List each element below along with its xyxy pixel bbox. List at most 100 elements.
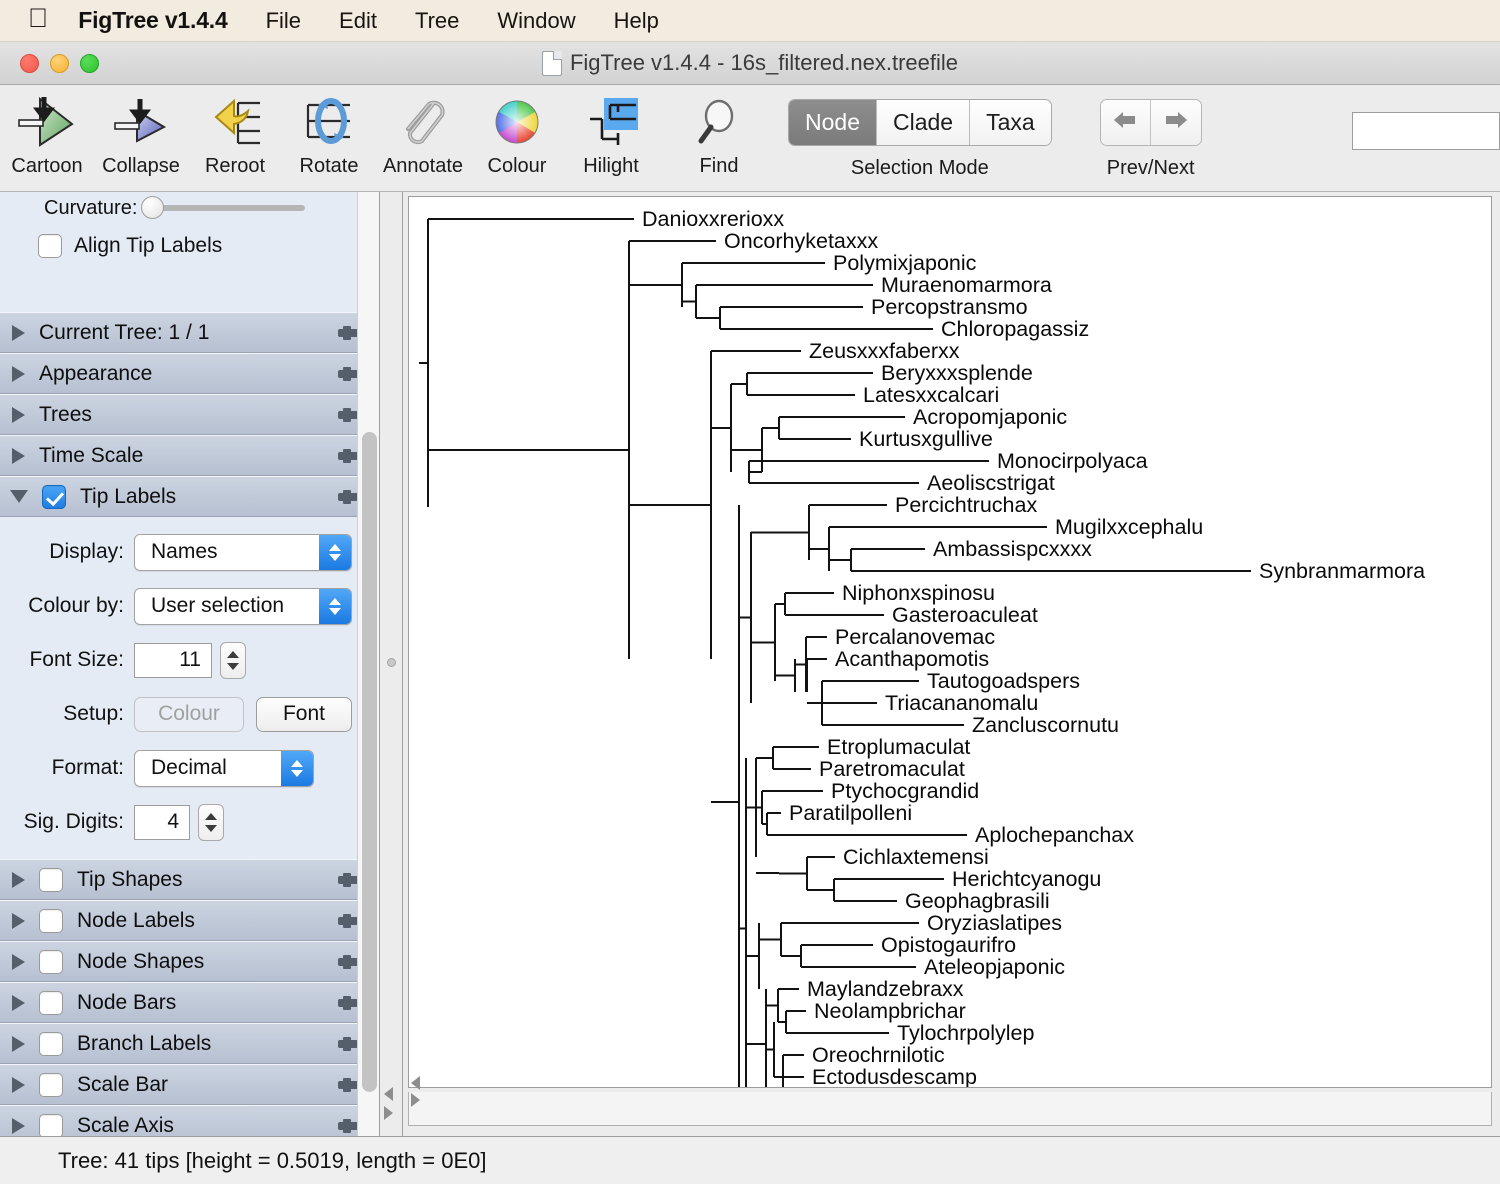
chevron-right-icon[interactable] (12, 994, 25, 1011)
toolbar-find-button[interactable]: Find (672, 85, 766, 185)
next-button[interactable] (1150, 100, 1201, 145)
tip-labels-panel: Display: Names Colour by: User selection (0, 517, 379, 859)
sig-digits-stepper[interactable] (198, 803, 224, 841)
curvature-slider-knob[interactable] (141, 196, 165, 219)
menu-file[interactable]: File (266, 8, 301, 34)
toolbar-hilight-button[interactable]: Hilight (564, 85, 658, 185)
arrow-left-icon[interactable] (411, 1076, 420, 1090)
sidebar-section-scale-bar[interactable]: Scale Bar (0, 1064, 379, 1105)
prev-next-segmented-control[interactable] (1099, 99, 1202, 146)
menu-edit[interactable]: Edit (339, 8, 377, 34)
selection-mode-clade[interactable]: Clade (876, 100, 971, 145)
chevron-right-icon[interactable] (12, 1076, 25, 1093)
arrow-right-icon[interactable] (411, 1093, 420, 1107)
chevron-right-icon[interactable] (12, 1117, 25, 1134)
toolbar-reroot-button[interactable]: Reroot (188, 85, 282, 185)
divider-collapse-arrows[interactable] (384, 1087, 393, 1120)
tip-labels-checkbox[interactable] (42, 484, 66, 509)
scale-axis-checkbox[interactable] (39, 1113, 63, 1136)
selection-mode-segmented-control[interactable]: Node Clade Taxa (788, 99, 1052, 146)
toolbar-cartoon-button[interactable]: Cartoon (0, 85, 94, 185)
sidebar-section-time-scale[interactable]: Time Scale (0, 435, 379, 476)
chevron-right-icon[interactable] (12, 912, 25, 929)
svg-text:Synbranmarmora: Synbranmarmora (1259, 559, 1425, 583)
arrow-right-icon[interactable] (384, 1106, 393, 1120)
menu-tree[interactable]: Tree (415, 8, 459, 34)
svg-text:Ectodusdescamp: Ectodusdescamp (812, 1065, 977, 1088)
sidebar-section-node-labels[interactable]: Node Labels (0, 900, 379, 941)
tree-hscroll-arrows[interactable] (411, 1076, 420, 1107)
align-tip-labels-checkbox[interactable] (38, 234, 62, 258)
chevron-down-icon[interactable] (10, 490, 28, 503)
align-tip-labels-row[interactable]: Align Tip Labels (0, 224, 379, 268)
toolbar-rotate-button[interactable]: Rotate (282, 85, 376, 185)
chevron-right-icon[interactable] (12, 953, 25, 970)
chevron-right-icon[interactable] (12, 447, 25, 464)
setup-font-button[interactable]: Font (256, 696, 352, 732)
node-bars-checkbox[interactable] (39, 990, 63, 1015)
chevron-right-icon[interactable] (12, 406, 25, 423)
close-window-button[interactable] (20, 53, 39, 73)
magnifier-icon (688, 91, 750, 153)
sidebar-section-appearance[interactable]: Appearance (0, 353, 379, 394)
sidebar-section-node-shapes[interactable]: Node Shapes (0, 941, 379, 982)
svg-text:Latesxxcalcari: Latesxxcalcari (863, 383, 999, 407)
toolbar-collapse-button[interactable]: Collapse (94, 85, 188, 185)
arrow-left-icon[interactable] (384, 1087, 393, 1101)
format-select[interactable]: Decimal (134, 749, 314, 787)
chevron-updown-icon[interactable] (319, 588, 351, 624)
colour-by-row: Colour by: User selection (0, 579, 379, 633)
toolbar-search-input[interactable] (1352, 112, 1500, 150)
display-select[interactable]: Names (134, 533, 352, 571)
chevron-right-icon[interactable] (12, 365, 25, 382)
menu-help[interactable]: Help (614, 8, 659, 34)
maximize-window-button[interactable] (80, 53, 99, 73)
apple-logo-icon[interactable]:  (28, 5, 48, 32)
selection-mode-taxa[interactable]: Taxa (970, 100, 1051, 145)
selection-mode-caption: Selection Mode (850, 157, 989, 179)
svg-text:Acropomjaponic: Acropomjaponic (913, 405, 1067, 429)
sig-digits-input[interactable]: 4 (134, 804, 190, 840)
divider-handle[interactable] (387, 658, 396, 667)
chevron-right-icon[interactable] (12, 1035, 25, 1052)
chevron-updown-icon[interactable] (281, 750, 313, 786)
chevron-updown-icon[interactable] (319, 534, 351, 570)
minimize-window-button[interactable] (50, 53, 69, 73)
panel-divider[interactable] (380, 192, 403, 1136)
sidebar-section-branch-labels[interactable]: Branch Labels (0, 1023, 379, 1064)
branch-labels-checkbox[interactable] (39, 1031, 63, 1056)
svg-text:Acanthapomotis: Acanthapomotis (835, 647, 989, 671)
svg-text:Oryziaslatipes: Oryziaslatipes (927, 911, 1062, 935)
sidebar-section-trees[interactable]: Trees (0, 394, 379, 435)
tree-canvas[interactable]: Danioxxrerioxx Oncorhyketaxxx Polymixjapon… (408, 196, 1492, 1088)
svg-text:Monocirpolyaca: Monocirpolyaca (997, 449, 1148, 473)
sidebar-section-tip-shapes[interactable]: Tip Shapes (0, 859, 379, 900)
toolbar-annotate-button[interactable]: Annotate (376, 85, 470, 185)
toolbar-colour-button[interactable]: Colour (470, 85, 564, 185)
arrow-left-icon (1111, 109, 1139, 136)
font-size-stepper[interactable] (220, 641, 246, 679)
sidebar-section-tip-labels[interactable]: Tip Labels (0, 476, 379, 517)
selection-mode-node[interactable]: Node (789, 100, 877, 145)
node-labels-checkbox[interactable] (39, 908, 63, 933)
chevron-right-icon[interactable] (12, 871, 25, 888)
menu-window[interactable]: Window (497, 8, 575, 34)
sidebar-vertical-scrollbar[interactable] (357, 192, 379, 1136)
tip-shapes-checkbox[interactable] (39, 867, 63, 892)
colour-by-select[interactable]: User selection (134, 587, 352, 625)
main-toolbar: Cartoon Collapse Reroot Rotate Annotate … (0, 85, 1500, 192)
node-shapes-checkbox[interactable] (39, 949, 63, 974)
scale-bar-checkbox[interactable] (39, 1072, 63, 1097)
phylogenetic-tree-svg[interactable]: DanioxxrerioxxOncorhyketaxxxPolymixjapon… (409, 197, 1484, 1088)
sidebar-section-scale-axis[interactable]: Scale Axis (0, 1105, 379, 1136)
prev-button[interactable] (1100, 100, 1151, 145)
svg-text:Ambassispcxxxx: Ambassispcxxxx (933, 537, 1092, 561)
font-size-input[interactable]: 11 (134, 642, 212, 678)
curvature-slider[interactable] (141, 196, 306, 219)
setup-colour-button[interactable]: Colour (134, 696, 244, 732)
sidebar-section-current-tree[interactable]: Current Tree: 1 / 1 (0, 312, 379, 353)
tree-horizontal-scrollbar[interactable] (408, 1076, 1492, 1126)
chevron-right-icon[interactable] (12, 324, 25, 341)
sidebar-section-node-bars[interactable]: Node Bars (0, 982, 379, 1023)
sidebar-scrollbar-thumb[interactable] (362, 432, 377, 1092)
